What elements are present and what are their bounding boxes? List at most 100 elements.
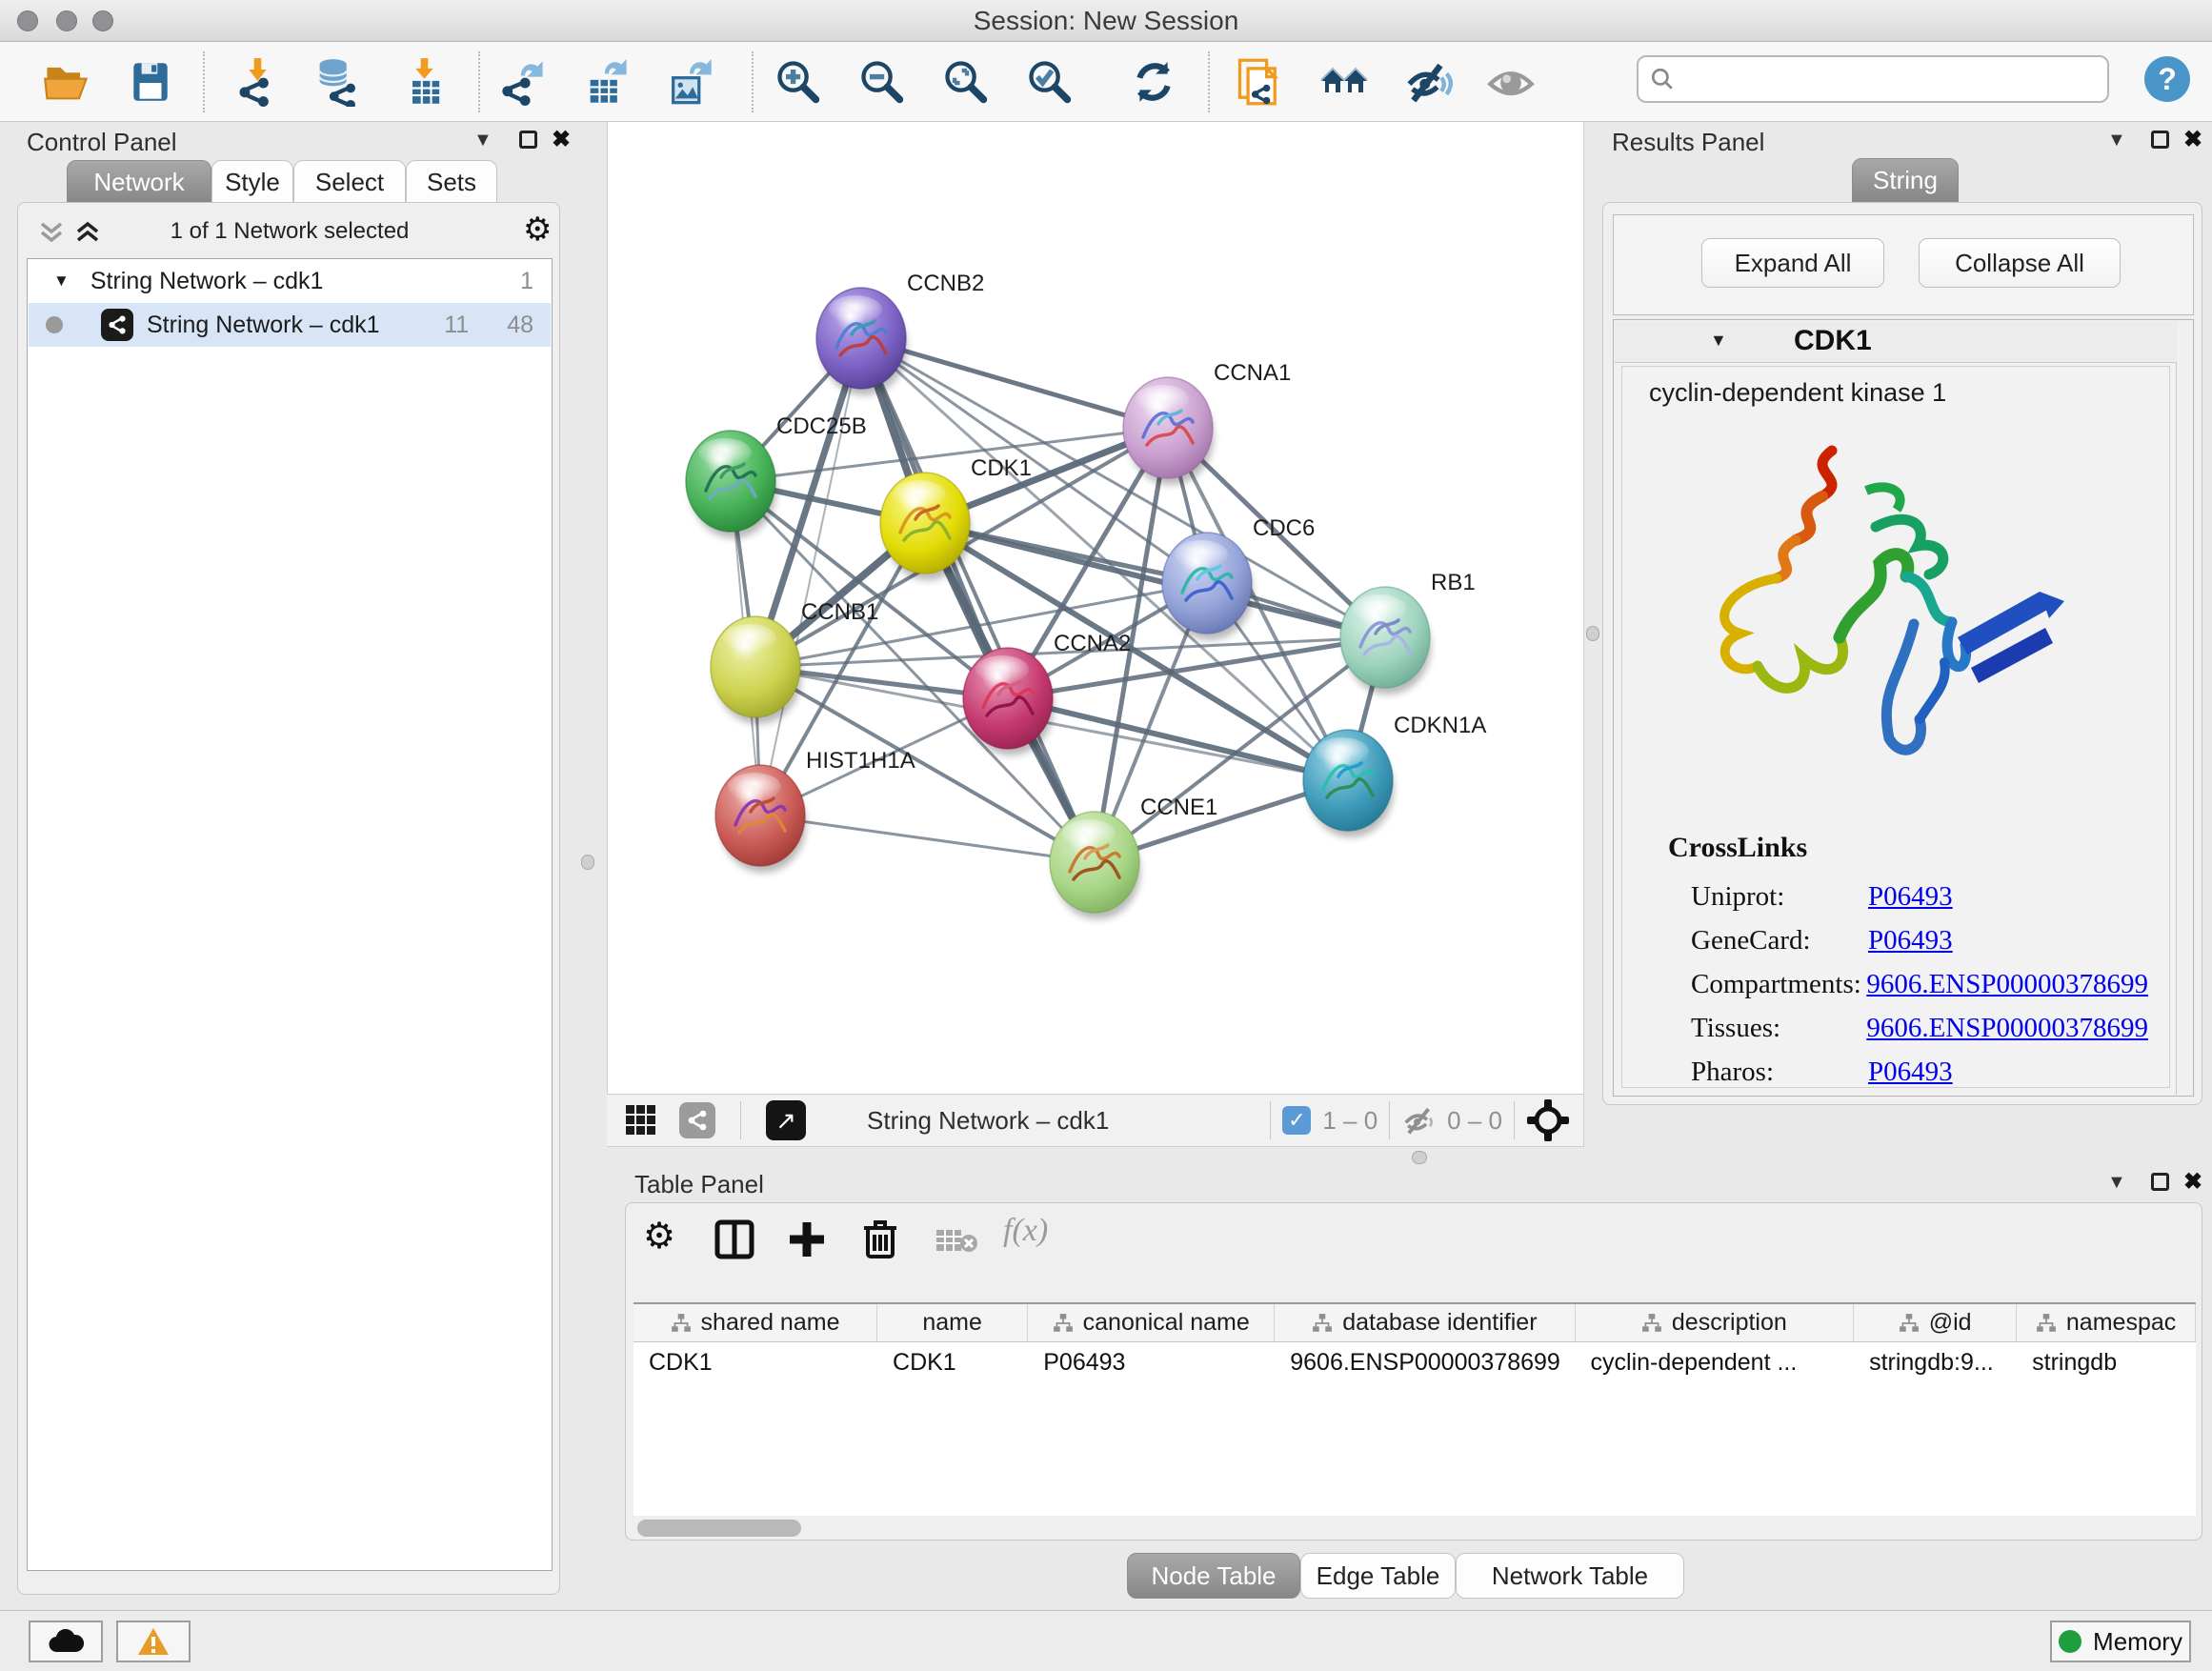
column-header-description[interactable]: description [1576, 1304, 1855, 1341]
column-header-name[interactable]: name [877, 1304, 1028, 1341]
gene-header[interactable]: ▼ CDK1 [1615, 321, 2177, 363]
delete-column-icon[interactable] [860, 1217, 900, 1260]
network-edge[interactable] [861, 338, 1095, 862]
cloud-button[interactable] [29, 1621, 103, 1662]
tab-network-table[interactable]: Network Table [1456, 1553, 1684, 1599]
hidden-eye-icon[interactable] [1401, 1106, 1438, 1135]
zoom-out-icon[interactable] [855, 55, 909, 109]
refresh-icon[interactable] [1127, 55, 1180, 109]
share-document-icon[interactable] [1233, 55, 1286, 109]
import-table-icon[interactable] [398, 55, 452, 109]
import-network-icon[interactable] [231, 55, 285, 109]
tab-select[interactable]: Select [293, 160, 406, 204]
show-eye-icon[interactable] [1484, 55, 1538, 109]
results-panel-float-icon[interactable] [2151, 131, 2169, 149]
memory-button[interactable]: Memory [2050, 1621, 2191, 1662]
import-network-database-icon[interactable] [311, 55, 364, 109]
results-scrollbar[interactable] [2176, 321, 2192, 1095]
table-cell[interactable]: CDK1 [633, 1342, 877, 1382]
string-view-icon[interactable] [679, 1102, 715, 1138]
search-input[interactable] [1675, 66, 2084, 93]
column-header-canonical-name[interactable]: canonical name [1028, 1304, 1275, 1341]
results-panel-collapse-icon[interactable]: ▼ [2107, 130, 2126, 151]
table-cell[interactable]: CDK1 [877, 1342, 1028, 1382]
tab-edge-table[interactable]: Edge Table [1300, 1553, 1456, 1599]
vertical-splitter-handle[interactable] [581, 855, 594, 870]
help-icon[interactable]: ? [2144, 56, 2190, 102]
tab-node-table[interactable]: Node Table [1127, 1553, 1300, 1599]
table-cell[interactable]: stringdb:9... [1854, 1342, 2017, 1382]
gene-disclosure-triangle-icon[interactable]: ▼ [1710, 331, 1727, 351]
export-table-icon[interactable] [580, 55, 633, 109]
gear-icon[interactable]: ⚙ [523, 211, 552, 249]
disclosure-triangle-icon[interactable]: ▼ [53, 272, 70, 291]
control-panel-float-icon[interactable] [519, 131, 537, 149]
table-cell[interactable]: cyclin-dependent ... [1576, 1342, 1855, 1382]
tab-sets[interactable]: Sets [406, 160, 497, 204]
zoom-fit-icon[interactable] [939, 55, 993, 109]
tab-style[interactable]: Style [211, 160, 293, 204]
network-canvas[interactable]: CCNB2CCNA1CDC25BCDK1CDC6RB1CCNB1CCNA2CDK… [607, 122, 1584, 1094]
save-session-icon[interactable] [124, 55, 177, 109]
column-header--id[interactable]: @id [1854, 1304, 2017, 1341]
table-panel-collapse-icon[interactable]: ▼ [2107, 1172, 2126, 1194]
network-edge[interactable] [760, 815, 1095, 862]
crosslink-link[interactable]: 9606.ENSP00000378699 [1866, 969, 2148, 1000]
table-settings-gear-icon[interactable]: ⚙ [643, 1215, 675, 1258]
search-box[interactable] [1637, 55, 2109, 103]
table-cell[interactable]: P06493 [1028, 1342, 1275, 1382]
network-node[interactable]: CDC6 [1162, 515, 1315, 640]
table-panel-float-icon[interactable] [2151, 1173, 2169, 1191]
zoom-selected-icon[interactable] [1023, 55, 1076, 109]
window-minimize-button[interactable] [56, 10, 77, 31]
selected-checkbox-icon[interactable]: ✓ [1282, 1106, 1311, 1135]
crosslink-link[interactable]: P06493 [1868, 1057, 1953, 1088]
column-header-database-identifier[interactable]: database identifier [1275, 1304, 1575, 1341]
export-network-icon[interactable] [496, 55, 550, 109]
results-panel-close-icon[interactable]: ✖ [2183, 126, 2202, 153]
collapse-all-button[interactable]: Collapse All [1919, 238, 2121, 288]
column-header-shared-name[interactable]: shared name [633, 1304, 877, 1341]
network-node[interactable]: CCNB2 [816, 271, 984, 395]
network-edge[interactable] [760, 338, 861, 815]
warning-button[interactable] [116, 1621, 191, 1662]
add-column-icon[interactable] [786, 1218, 828, 1260]
network-collection-row[interactable]: ▼ String Network – cdk1 1 [29, 259, 551, 303]
open-in-window-icon[interactable]: ↗ [766, 1100, 806, 1140]
window-close-button[interactable] [17, 10, 38, 31]
window-zoom-button[interactable] [92, 10, 113, 31]
tab-network[interactable]: Network [67, 160, 211, 204]
network-edge[interactable] [861, 338, 1168, 428]
birdseye-crosshair-icon[interactable] [1526, 1098, 1570, 1142]
table-hscrollbar-thumb[interactable] [637, 1520, 801, 1537]
function-builder-icon[interactable]: f(x) [1003, 1213, 1048, 1249]
open-session-icon[interactable] [40, 55, 93, 109]
tab-string[interactable]: String [1852, 158, 1959, 202]
network-node[interactable]: RB1 [1340, 570, 1476, 695]
zoom-in-icon[interactable] [772, 55, 825, 109]
table-header-row[interactable]: shared namenamecanonical namedatabase id… [633, 1304, 2196, 1342]
export-image-icon[interactable] [663, 55, 716, 109]
show-columns-icon[interactable] [714, 1218, 755, 1260]
expand-all-button[interactable]: Expand All [1701, 238, 1884, 288]
grid-view-icon[interactable] [624, 1103, 658, 1137]
network-node[interactable]: CDKN1A [1303, 713, 1486, 837]
homes-icon[interactable] [1317, 55, 1371, 109]
delete-table-icon[interactable] [935, 1226, 978, 1255]
table-cell[interactable]: 9606.ENSP00000378699 [1275, 1342, 1575, 1382]
network-row[interactable]: String Network – cdk1 11 48 [29, 303, 551, 347]
control-panel-close-icon[interactable]: ✖ [552, 126, 571, 153]
column-header-namespac[interactable]: namespac [2017, 1304, 2196, 1341]
network-node[interactable]: HIST1H1A [715, 748, 915, 873]
network-graph[interactable]: CCNB2CCNA1CDC25BCDK1CDC6RB1CCNB1CCNA2CDK… [608, 122, 1585, 1094]
network-edge[interactable] [925, 523, 1385, 637]
crosslink-link[interactable]: P06493 [1868, 925, 1953, 956]
hide-eye-icon[interactable] [1401, 55, 1455, 109]
table-panel-close-icon[interactable]: ✖ [2183, 1168, 2202, 1196]
control-panel-collapse-icon[interactable]: ▼ [473, 130, 493, 151]
crosslink-link[interactable]: P06493 [1868, 881, 1953, 913]
table-cell[interactable]: stringdb [2017, 1342, 2196, 1382]
table-row[interactable]: CDK1CDK1P064939606.ENSP00000378699cyclin… [633, 1342, 2196, 1382]
network-node[interactable]: CCNE1 [1050, 795, 1217, 919]
table-hscrollbar[interactable] [633, 1518, 2196, 1539]
